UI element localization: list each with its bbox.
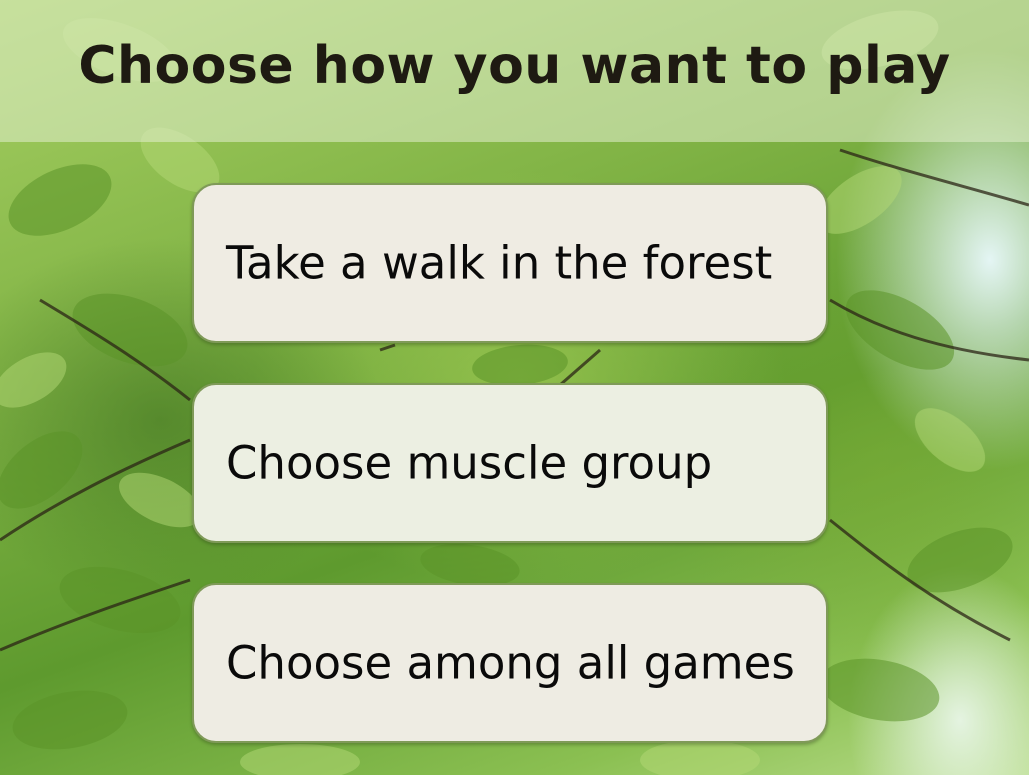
option-label: Choose among all games [226,636,795,690]
option-choose-all-games-button[interactable]: Choose among all games [192,583,828,743]
option-choose-muscle-group-button[interactable]: Choose muscle group [192,383,828,543]
option-take-a-walk-button[interactable]: Take a walk in the forest [192,183,828,343]
page-title: Choose how you want to play [78,36,951,96]
option-label: Take a walk in the forest [226,236,773,290]
option-label: Choose muscle group [226,436,713,490]
